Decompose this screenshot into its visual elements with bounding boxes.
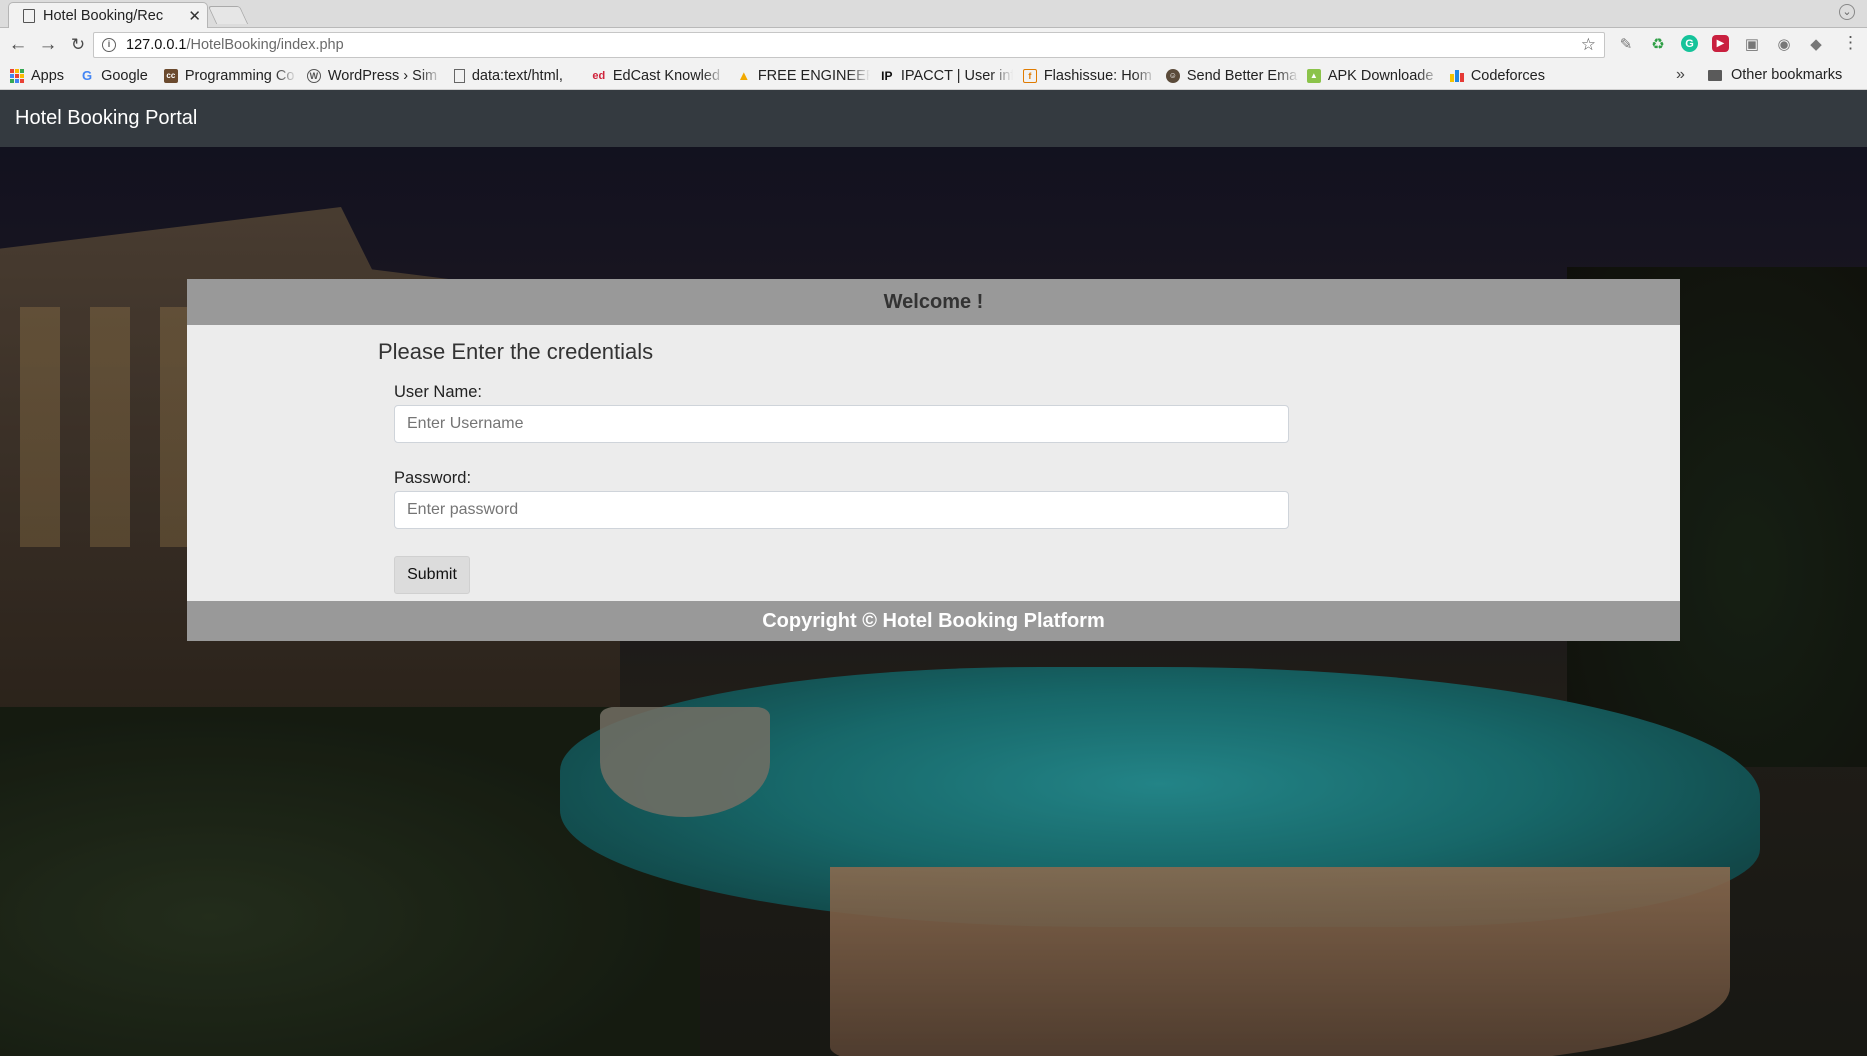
address-bar[interactable]: i 127.0.0.1/HotelBooking/index.php ☆ <box>93 32 1605 58</box>
bookmark-flashissue[interactable]: f Flashissue: Hom <box>1022 67 1156 84</box>
edcast-icon: ed <box>592 69 606 82</box>
password-input[interactable] <box>394 491 1289 529</box>
wordpress-icon: W <box>306 68 321 83</box>
navbar-brand[interactable]: Hotel Booking Portal <box>15 107 197 130</box>
back-arrow-icon[interactable]: ← <box>6 33 30 57</box>
bookmark-programming[interactable]: cc Programming Co <box>163 67 297 84</box>
grammarly-extension-icon[interactable]: G <box>1681 35 1698 52</box>
forward-arrow-icon[interactable]: → <box>36 33 60 57</box>
password-label: Password: <box>394 469 472 487</box>
mailchimp-icon: ☺ <box>1165 68 1180 83</box>
bookmark-mailchimp[interactable]: ☺ Send Better Ema <box>1165 67 1299 84</box>
web-page: Hotel Booking Portal Welcome ! Please En… <box>0 90 1867 1056</box>
bookmark-label: Programming Co <box>184 67 295 84</box>
bookmark-label: data:text/html, <box>471 67 563 84</box>
camera-extension-icon[interactable]: ◉ <box>1772 32 1796 56</box>
bookmark-label: IPACCT | User inf <box>900 67 1013 84</box>
folder-icon <box>1708 69 1722 81</box>
bookmark-codeforces[interactable]: Codeforces <box>1449 67 1545 84</box>
bookmark-wordpress[interactable]: W WordPress › Sim <box>306 67 442 84</box>
google-icon: G <box>82 68 93 83</box>
bookmark-label: Flashissue: Hom <box>1043 67 1152 84</box>
apk-icon: ▲ <box>1306 68 1321 83</box>
card-title: Please Enter the credentials <box>378 339 654 364</box>
shield-extension-icon[interactable]: ◆ <box>1804 32 1828 56</box>
extension-icons: ✎ ♻ G ▶ ▣ ◉ ◆ <box>1614 32 1828 56</box>
url-path: /HotelBooking/index.php <box>186 37 344 53</box>
green-extension-icon[interactable]: ♻ <box>1646 32 1670 56</box>
bookmark-free-engineer[interactable]: ▲ FREE ENGINEER <box>737 67 870 84</box>
page-favicon-icon <box>23 9 35 23</box>
bookmark-label: APK Downloade <box>1327 67 1434 84</box>
page-icon <box>453 68 465 83</box>
new-tab-button[interactable] <box>207 6 249 24</box>
bookmark-label: Send Better Ema <box>1186 67 1298 84</box>
bookmark-label: EdCast Knowled <box>612 67 721 84</box>
bookmark-label: Google <box>101 67 148 84</box>
url-host: 127.0.0.1 <box>126 37 187 53</box>
tab-title: Hotel Booking/Rec <box>43 8 164 24</box>
apps-grid-icon <box>10 68 24 83</box>
red-extension-icon[interactable]: ▶ <box>1712 35 1729 52</box>
site-info-icon[interactable]: i <box>102 38 116 52</box>
flashissue-icon: f <box>1022 68 1037 83</box>
cc-icon: cc <box>163 68 178 83</box>
browser-toolbar: ← → ↻ i 127.0.0.1/HotelBooking/index.php… <box>0 28 1867 62</box>
other-bookmarks-label: Other bookmarks <box>1731 67 1843 83</box>
other-bookmarks-folder[interactable]: Other bookmarks <box>1708 67 1842 83</box>
submit-button[interactable]: Submit <box>394 556 470 594</box>
ip-icon: IP <box>881 68 893 83</box>
codeforces-icon <box>1449 69 1464 83</box>
bookmark-data-html[interactable]: data:text/html, <box>453 67 584 84</box>
reload-icon[interactable]: ↻ <box>66 33 90 57</box>
bookmarks-bar: Apps G Google cc Programming Co W WordPr… <box>0 62 1867 90</box>
bookmark-edcast[interactable]: ed EdCast Knowled <box>592 68 725 84</box>
browser-tabstrip: Hotel Booking/Rec ✕ ⌄ <box>0 0 1867 29</box>
bookmark-apps[interactable]: Apps <box>10 68 64 84</box>
browser-tab-active[interactable]: Hotel Booking/Rec ✕ <box>8 2 208 29</box>
window-profile-icon[interactable]: ⌄ <box>1839 4 1855 20</box>
browser-menu-icon[interactable]: ⋮ <box>1842 33 1859 53</box>
bookmark-label: Codeforces <box>1470 67 1545 84</box>
bookmarks-overflow-icon[interactable]: » <box>1676 66 1685 84</box>
bookmark-label: FREE ENGINEER <box>757 67 870 84</box>
login-card: Welcome ! Please Enter the credentials U… <box>187 279 1680 641</box>
card-footer-copyright: Copyright © Hotel Booking Platform <box>187 601 1680 641</box>
bookmark-ipacct[interactable]: IP IPACCT | User inf <box>880 68 1013 84</box>
username-label: User Name: <box>394 383 483 401</box>
eyedropper-extension-icon[interactable]: ✎ <box>1614 32 1638 56</box>
off-extension-icon[interactable]: ▣ <box>1740 32 1764 56</box>
bookmark-apk[interactable]: ▲ APK Downloade <box>1306 67 1440 84</box>
tab-close-icon[interactable]: ✕ <box>188 7 201 25</box>
bookmark-label: WordPress › Sim <box>327 67 438 84</box>
bookmark-google[interactable]: G Google <box>80 68 148 84</box>
site-navbar: Hotel Booking Portal <box>0 90 1867 147</box>
card-header: Welcome ! <box>187 279 1680 325</box>
bookmark-star-icon[interactable]: ☆ <box>1581 35 1596 55</box>
username-input[interactable] <box>394 405 1289 443</box>
bookmark-label: Apps <box>31 67 65 84</box>
triangle-icon: ▲ <box>737 68 751 83</box>
